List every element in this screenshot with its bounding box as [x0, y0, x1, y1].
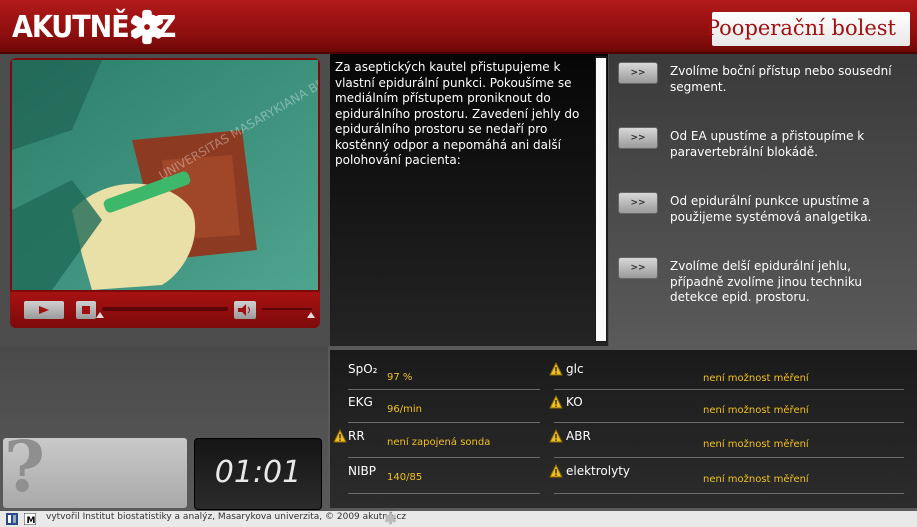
volume-slider[interactable]	[262, 308, 312, 310]
footer-text: vytvořil Institut biostatistiky a analýz…	[46, 512, 407, 522]
option-4-text: Zvolíme delší epidurální jehlu, případně…	[670, 259, 863, 304]
divider	[348, 389, 540, 390]
options-panel: >> Zvolíme boční přístup nebo sousední s…	[609, 54, 917, 346]
vital-label-glc: glc	[566, 362, 584, 376]
volume-button[interactable]	[234, 301, 256, 319]
play-button[interactable]	[24, 301, 64, 319]
option-3-text: Od epidurální punkce upustíme a použijem…	[670, 194, 872, 224]
vital-label-elektrolyty: elektrolyty	[566, 464, 631, 478]
speaker-icon	[238, 304, 250, 316]
warning-icon	[333, 429, 347, 443]
stop-icon	[82, 306, 90, 314]
seek-handle-icon[interactable]	[96, 312, 104, 318]
timer-box: 01:01	[194, 438, 322, 510]
option-3-button[interactable]: >>	[618, 192, 658, 214]
muni-logo-icon: M	[24, 513, 36, 525]
vital-label-spo2: SpO₂	[348, 362, 378, 376]
divider	[348, 422, 540, 423]
option-2-button[interactable]: >>	[618, 127, 658, 149]
vital-value-nibp: 140/85	[387, 472, 423, 483]
option-4-button[interactable]: >>	[618, 257, 658, 279]
divider	[554, 422, 904, 423]
video-controls	[10, 292, 320, 328]
volume-handle-icon[interactable]	[307, 312, 315, 318]
divider	[554, 457, 904, 458]
title-box: Pooperační bolest	[706, 12, 910, 46]
warning-icon	[549, 362, 563, 376]
divider	[348, 457, 540, 458]
seek-bar[interactable]	[102, 307, 228, 311]
vital-value-glc: není možnost měření	[703, 373, 809, 384]
vital-label-abr: ABR	[566, 429, 591, 443]
vital-value-abr: není možnost měření	[703, 439, 809, 450]
vital-label-ko: KO	[566, 395, 583, 409]
vital-value-ko: není možnost měření	[703, 405, 809, 416]
scrollbar-thumb[interactable]	[596, 58, 606, 341]
star-of-life-logo-icon	[130, 9, 164, 45]
question-mark-icon: ?	[4, 425, 46, 508]
warning-icon	[549, 395, 563, 409]
footer: M vytvořil Institut biostatistiky a anal…	[0, 511, 917, 527]
divider	[554, 493, 904, 494]
play-icon	[39, 306, 49, 314]
scenario-text: Za aseptických kautel přistupujeme k vla…	[335, 60, 580, 167]
star-of-life-small-icon	[384, 512, 397, 525]
svg-text:M: M	[27, 516, 36, 525]
vitals-panel: SpO₂ 97 % EKG 96/min RR není zapojená so…	[330, 350, 917, 508]
option-2-text: Od EA upustíme a přistoupíme k paraverte…	[670, 129, 865, 159]
warning-icon	[549, 464, 563, 478]
timer-display: 01:01	[214, 455, 302, 490]
warning-icon	[549, 429, 563, 443]
vital-value-elektrolyty: není možnost měření	[703, 474, 809, 485]
divider	[348, 493, 540, 494]
vital-label-ekg: EKG	[348, 395, 373, 409]
vital-value-spo2: 97 %	[387, 372, 413, 383]
vital-label-rr: RR	[348, 429, 365, 443]
page-title: Pooperační bolest	[705, 16, 896, 40]
divider	[554, 389, 904, 390]
option-1-button[interactable]: >>	[618, 62, 658, 84]
option-1-text: Zvolíme boční přístup nebo sousední segm…	[670, 64, 892, 94]
video-frame-image: UNIVERSITAS MASARYKIANA BRUNENSIS · FACU…	[12, 60, 318, 290]
video-player[interactable]: UNIVERSITAS MASARYKIANA BRUNENSIS · FACU…	[12, 60, 318, 290]
vital-label-nibp: NIBP	[348, 464, 376, 478]
vital-value-rr: není zapojená sonda	[387, 437, 491, 448]
iba-logo-icon	[6, 513, 18, 525]
vital-value-ekg: 96/min	[387, 404, 422, 415]
stop-button[interactable]	[76, 301, 96, 319]
